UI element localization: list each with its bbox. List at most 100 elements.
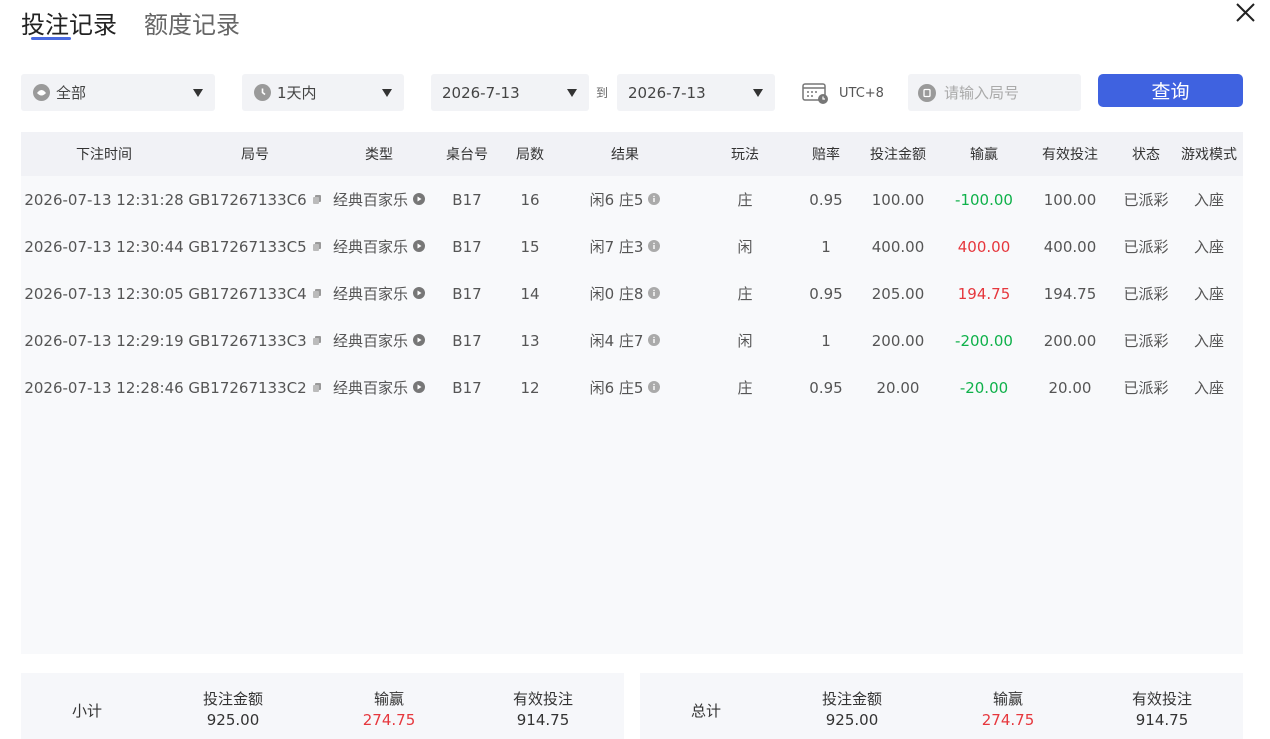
copy-icon[interactable]: [312, 332, 322, 350]
total-label: 总计: [690, 701, 721, 720]
play-replay-icon[interactable]: [413, 332, 425, 350]
tab-bar: 投注记录 额度记录: [21, 8, 240, 48]
cell-bet-time: 2026-07-13 12:29:19: [24, 331, 184, 350]
cell-table-no: B17: [452, 284, 482, 303]
cell-round-id: GB17267133C6: [187, 176, 323, 223]
header-win-loss: 输赢: [970, 147, 998, 163]
cell-odds: 1: [821, 331, 831, 350]
copy-icon[interactable]: [312, 379, 322, 397]
cell-bet-amount: 400.00: [871, 237, 925, 256]
document-icon: [918, 83, 936, 102]
header-status: 状态: [1132, 147, 1160, 163]
time-range-select[interactable]: 1天内: [242, 74, 404, 111]
date-from-select[interactable]: 2026-7-13: [431, 74, 589, 111]
cell-type: 经典百家乐: [323, 364, 435, 411]
close-icon[interactable]: [1232, 0, 1260, 28]
cell-game-mode: 入座: [1193, 285, 1224, 303]
table-row: 2026-07-13 12:29:19 GB17267133C3 经典百家乐 B17 1…: [21, 317, 1243, 364]
play-replay-icon[interactable]: [413, 238, 425, 256]
subtotal-valid: 有效投注 914.75: [485, 689, 601, 731]
copy-icon[interactable]: [312, 285, 322, 303]
cell-table-no: B17: [452, 331, 482, 350]
subtotal-win-label: 输赢: [373, 690, 404, 708]
cell-type: 经典百家乐: [323, 317, 435, 364]
subtotal-bet: 投注金额 925.00: [175, 689, 291, 731]
cell-result: 闲0 庄8: [561, 270, 689, 317]
category-value: 全部: [56, 84, 87, 102]
cell-game-mode: 入座: [1193, 238, 1224, 256]
total-valid: 有效投注 914.75: [1104, 689, 1220, 731]
date-from-value: 2026-7-13: [442, 83, 520, 102]
cell-valid-bet: 20.00: [1048, 378, 1092, 397]
cell-play: 庄: [737, 285, 753, 303]
cell-round-count: 15: [520, 237, 540, 256]
cell-win-loss: 400.00: [957, 237, 1011, 256]
table-row: 2026-07-13 12:28:46 GB17267133C2 经典百家乐 B17 1…: [21, 364, 1243, 411]
cell-round-id: GB17267133C3: [187, 317, 323, 364]
subtotal-bet-label: 投注金额: [202, 690, 263, 708]
copy-icon[interactable]: [312, 191, 322, 209]
info-icon[interactable]: [648, 332, 661, 350]
total-bet-label: 投注金额: [821, 690, 882, 708]
cell-odds: 0.95: [809, 190, 843, 209]
cell-status: 已派彩: [1123, 379, 1169, 397]
cell-game-mode: 入座: [1193, 379, 1224, 397]
total-bet-value: 925.00: [825, 711, 879, 729]
table-row: 2026-07-13 12:30:44 GB17267133C5 经典百家乐 B17 1…: [21, 223, 1243, 270]
cell-win-loss: 194.75: [957, 284, 1011, 303]
cell-round-count: 12: [520, 378, 540, 397]
cell-game-mode: 入座: [1193, 332, 1224, 350]
info-icon[interactable]: [648, 238, 661, 256]
header-table-no: 桌台号: [446, 147, 488, 163]
subtotal-summary: 小计 投注金额 925.00 输赢 274.75 有效投注 914.75: [21, 673, 624, 739]
subtotal-win-value: 274.75: [362, 711, 416, 729]
play-replay-icon[interactable]: [413, 285, 425, 303]
cell-table-no: B17: [452, 237, 482, 256]
date-to-select[interactable]: 2026-7-13: [617, 74, 775, 111]
play-replay-icon[interactable]: [413, 191, 425, 209]
timezone-selector[interactable]: UTC+8: [802, 82, 884, 104]
chevron-down-icon: [193, 88, 203, 97]
category-select[interactable]: 全部: [21, 74, 215, 111]
clock-icon: [254, 84, 271, 101]
cell-status: 已派彩: [1123, 285, 1169, 303]
cell-valid-bet: 200.00: [1043, 331, 1097, 350]
copy-icon[interactable]: [312, 238, 322, 256]
total-bet: 投注金额 925.00: [794, 689, 910, 731]
header-odds: 赔率: [812, 147, 840, 163]
info-icon[interactable]: [648, 285, 661, 303]
play-replay-icon[interactable]: [413, 379, 425, 397]
cell-bet-time: 2026-07-13 12:31:28: [24, 190, 184, 209]
cell-bet-amount: 100.00: [871, 190, 925, 209]
query-button[interactable]: 查询: [1098, 74, 1243, 107]
cell-type: 经典百家乐: [323, 176, 435, 223]
subtotal-win: 输赢 274.75: [331, 689, 447, 731]
cell-bet-time: 2026-07-13 12:30:44: [24, 237, 184, 256]
cell-result: 闲6 庄5: [561, 364, 689, 411]
info-icon[interactable]: [648, 191, 661, 209]
cell-round-count: 13: [520, 331, 540, 350]
info-icon[interactable]: [648, 379, 661, 397]
cell-status: 已派彩: [1123, 191, 1169, 209]
cell-round-id: GB17267133C5: [187, 223, 323, 270]
round-search[interactable]: [908, 74, 1081, 111]
cell-round-count: 14: [520, 284, 540, 303]
round-search-input[interactable]: [944, 83, 1074, 102]
cell-win-loss: -20.00: [959, 378, 1009, 397]
cell-round-id: GB17267133C2: [187, 364, 323, 411]
cell-table-no: B17: [452, 190, 482, 209]
cell-round-count: 16: [520, 190, 540, 209]
cell-type: 经典百家乐: [323, 223, 435, 270]
cell-table-no: B17: [452, 378, 482, 397]
cell-play: 闲: [737, 238, 753, 256]
header-bet-amount: 投注金额: [870, 147, 926, 163]
table-body: 2026-07-13 12:31:28 GB17267133C6 经典百家乐 B17 1…: [21, 176, 1243, 411]
header-result: 结果: [611, 147, 639, 163]
cell-bet-amount: 20.00: [876, 378, 920, 397]
header-round-count: 局数: [516, 147, 544, 163]
tab-credit-records[interactable]: 额度记录: [144, 8, 240, 48]
table-header: 下注时间 局号 类型 桌台号 局数 结果 玩法 赔率 投注金额 输赢 有效投注 …: [21, 132, 1243, 176]
subtotal-bet-value: 925.00: [206, 711, 260, 729]
tab-bet-records[interactable]: 投注记录: [21, 8, 117, 48]
chevron-down-icon: [382, 88, 392, 97]
